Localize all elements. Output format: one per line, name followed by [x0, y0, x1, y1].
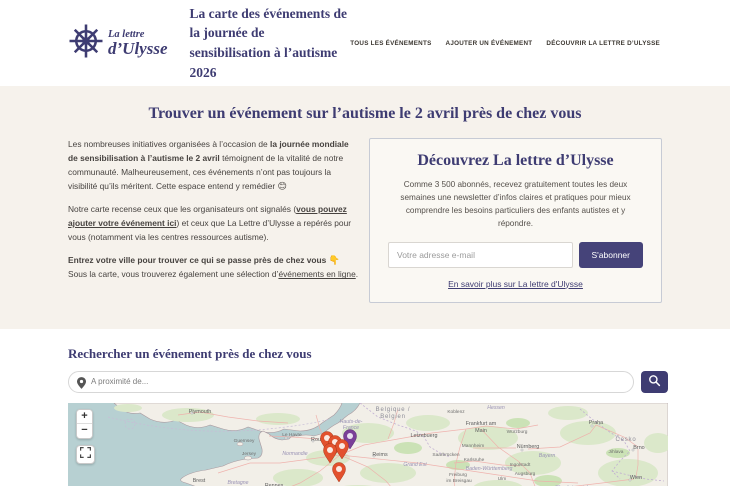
logo-line2: d’Ulysse: [108, 40, 167, 58]
intro-p3-bold: Entrez votre ville pour trouver ce qui s…: [68, 255, 329, 265]
page-title-line1: La carte des événements de la journée de: [189, 6, 346, 41]
map-label: Hessen: [487, 405, 505, 411]
search-form: [68, 371, 668, 393]
intro-text: Les nombreuses initiatives organisées à …: [68, 138, 359, 291]
hero-heading: Trouver un événement sur l’autisme le 2 …: [0, 105, 730, 123]
fullscreen-icon: [80, 445, 91, 463]
intro-p4-start: Sous la carte, vous trouverez également …: [68, 269, 278, 279]
map-label: Plymouth: [189, 409, 211, 415]
header: La lettre d’Ulysse La carte des événemen…: [0, 0, 730, 86]
map-label: Guernsey: [234, 438, 255, 444]
map-label: Grand Est: [403, 462, 427, 468]
newsletter-title: Découvrez La lettre d’Ulysse: [388, 152, 643, 170]
site-logo[interactable]: La lettre d’Ulysse: [68, 21, 167, 66]
map-label: Normandie: [282, 451, 307, 457]
map-label: Baden-Württemberg: [466, 466, 513, 472]
hero-section: Trouver un événement sur l’autisme le 2 …: [0, 86, 730, 329]
pointing-down-emoji: 👇: [329, 255, 340, 265]
map-zoom-controls: + −: [76, 409, 93, 439]
map-label: Würzburg: [507, 429, 528, 435]
search-button[interactable]: [641, 371, 668, 393]
main-nav: Tous les événements Ajouter un événement…: [350, 40, 660, 47]
intro-p4-end: .: [356, 269, 358, 279]
map-label: Main: [475, 428, 487, 434]
map-label: Frankfurt am: [466, 421, 497, 427]
intro-p1-start: Les nombreuses initiatives organisées à …: [68, 139, 270, 149]
newsletter-card: Découvrez La lettre d’Ulysse Comme 3 500…: [369, 138, 662, 303]
search-input[interactable]: [68, 371, 634, 393]
fullscreen-button[interactable]: [76, 445, 95, 464]
zoom-out-button[interactable]: −: [77, 424, 92, 438]
search-heading: Rechercher un événement près de chez vou…: [68, 346, 730, 362]
map-label: Augsburg: [515, 471, 536, 477]
nav-decouvrir-la-lettre[interactable]: Découvrir La lettre d’Ulysse: [546, 40, 660, 47]
map-label: Brest: [193, 478, 206, 484]
newsletter-description: Comme 3 500 abonnés, recevez gratuitemen…: [388, 178, 643, 231]
map-label: Nürnberg: [517, 444, 539, 450]
subscribe-button[interactable]: S'abonner: [579, 242, 644, 268]
intro-paragraph-3: Entrez votre ville pour trouver ce qui s…: [68, 253, 359, 282]
map-label: Koblenz: [447, 409, 465, 415]
location-pin-icon: [77, 376, 86, 388]
logo-line1: La lettre: [108, 29, 167, 40]
intro-paragraph-1: Les nombreuses initiatives organisées à …: [68, 138, 359, 194]
map-label: Ingolstadt: [510, 462, 531, 468]
map-label: Mannheim: [462, 443, 484, 449]
map-label: Brno: [633, 445, 644, 451]
search-icon: [648, 374, 661, 390]
newsletter-more-link[interactable]: En savoir plus sur La lettre d'Ulysse: [388, 279, 643, 289]
logo-text: La lettre d’Ulysse: [108, 29, 167, 58]
map-label: Letzebuerg: [411, 433, 438, 439]
intro-p2-start: Notre carte recense ceux que les organis…: [68, 204, 296, 214]
events-map[interactable]: PlymouthGuernseyJerseyLe HavreRouenBrest…: [68, 403, 668, 486]
map-label: Jihlava: [609, 449, 624, 455]
map-label: Freiburg: [449, 472, 467, 478]
map-label: Reims: [372, 452, 388, 458]
map-label: Bayern: [539, 453, 556, 459]
map-label: Ulm: [498, 476, 507, 482]
online-events-link[interactable]: événements en ligne: [278, 269, 355, 279]
map-label: Karlsruhe: [464, 457, 485, 463]
map-label: Bretagne: [227, 480, 248, 486]
map-label: Jersey: [242, 451, 257, 457]
intro-paragraph-2: Notre carte recense ceux que les organis…: [68, 203, 359, 244]
search-section: Rechercher un événement près de chez vou…: [0, 329, 730, 486]
map-label: Belgique /: [376, 407, 411, 413]
map-label: Rennes: [265, 483, 284, 486]
map-label: Le Havre: [282, 432, 302, 438]
map-label: Praha: [589, 420, 603, 426]
map-label: Česko: [615, 436, 636, 443]
map-label: Wien: [630, 475, 642, 481]
map-canvas: PlymouthGuernseyJerseyLe HavreRouenBrest…: [68, 403, 668, 486]
page-title-line2: sensibilisation à l’autisme 2026: [189, 45, 337, 80]
nav-tous-les-evenements[interactable]: Tous les événements: [350, 40, 431, 47]
map-label: im Breisgau: [446, 478, 472, 484]
ship-wheel-icon: [68, 21, 104, 66]
map-label: Saarbrücken: [432, 452, 460, 458]
nav-ajouter-un-evenement[interactable]: Ajouter un événement: [446, 40, 533, 47]
email-field[interactable]: [388, 242, 573, 268]
page-title: La carte des événements de la journée de…: [189, 4, 350, 82]
smiley-emoji: 😊: [277, 181, 286, 191]
zoom-in-button[interactable]: +: [77, 410, 92, 424]
map-label: Belgien: [380, 414, 406, 420]
newsletter-form: S'abonner: [388, 242, 643, 268]
